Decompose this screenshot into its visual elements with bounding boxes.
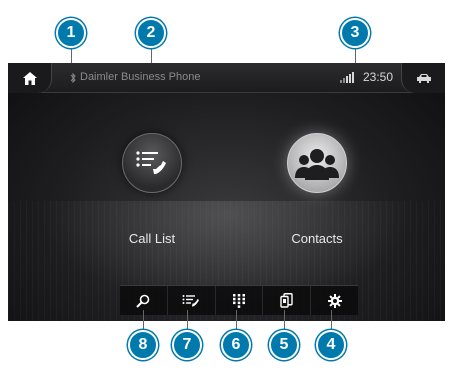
callout-2: 2 (136, 18, 166, 48)
settings-gear-icon (327, 293, 342, 308)
head-unit-screen: Daimler Business Phone 23:50 Call List C… (8, 63, 445, 321)
call-list-icon (136, 151, 166, 175)
contacts-icon (295, 149, 339, 180)
contacts-button[interactable]: Contacts (277, 133, 357, 246)
call-list-label: Call List (128, 231, 176, 246)
settings-button[interactable] (311, 286, 358, 315)
callout-leader-4 (331, 310, 332, 330)
phone-devices-button[interactable] (263, 286, 312, 315)
call-list-icon (182, 295, 200, 307)
callout-1: 1 (56, 18, 86, 48)
keypad-button[interactable] (216, 286, 264, 315)
vehicle-button[interactable] (401, 63, 445, 93)
callout-leader-5 (284, 310, 285, 330)
callout-leader-7 (187, 310, 188, 330)
home-icon (22, 71, 37, 85)
keypad-icon (232, 293, 245, 308)
callout-7: 7 (172, 330, 202, 360)
status-bar: Daimler Business Phone 23:50 (8, 63, 445, 93)
signal-strength-icon (340, 72, 354, 83)
call-list-circle (122, 133, 182, 193)
search-icon (136, 294, 150, 308)
page: Daimler Business Phone 23:50 Call List C… (0, 0, 453, 373)
callout-3: 3 (340, 18, 370, 48)
home-button[interactable] (8, 63, 52, 93)
callout-leader-8 (143, 310, 144, 330)
bluetooth-icon (70, 72, 76, 84)
call-list-toolbar-button[interactable] (168, 286, 216, 315)
call-list-button[interactable]: Call List (112, 133, 192, 246)
callout-6: 6 (221, 330, 251, 360)
car-icon (416, 74, 431, 83)
clock: 23:50 (363, 70, 394, 84)
callout-leader-6 (236, 310, 237, 330)
callout-5: 5 (269, 330, 299, 360)
connected-phone-name: Daimler Business Phone (80, 71, 201, 83)
contacts-circle (287, 133, 347, 193)
bottom-toolbar (120, 285, 358, 315)
contacts-label: Contacts (291, 231, 343, 246)
callout-4: 4 (316, 330, 346, 360)
phone-devices-icon (280, 293, 293, 308)
callout-8: 8 (128, 330, 158, 360)
